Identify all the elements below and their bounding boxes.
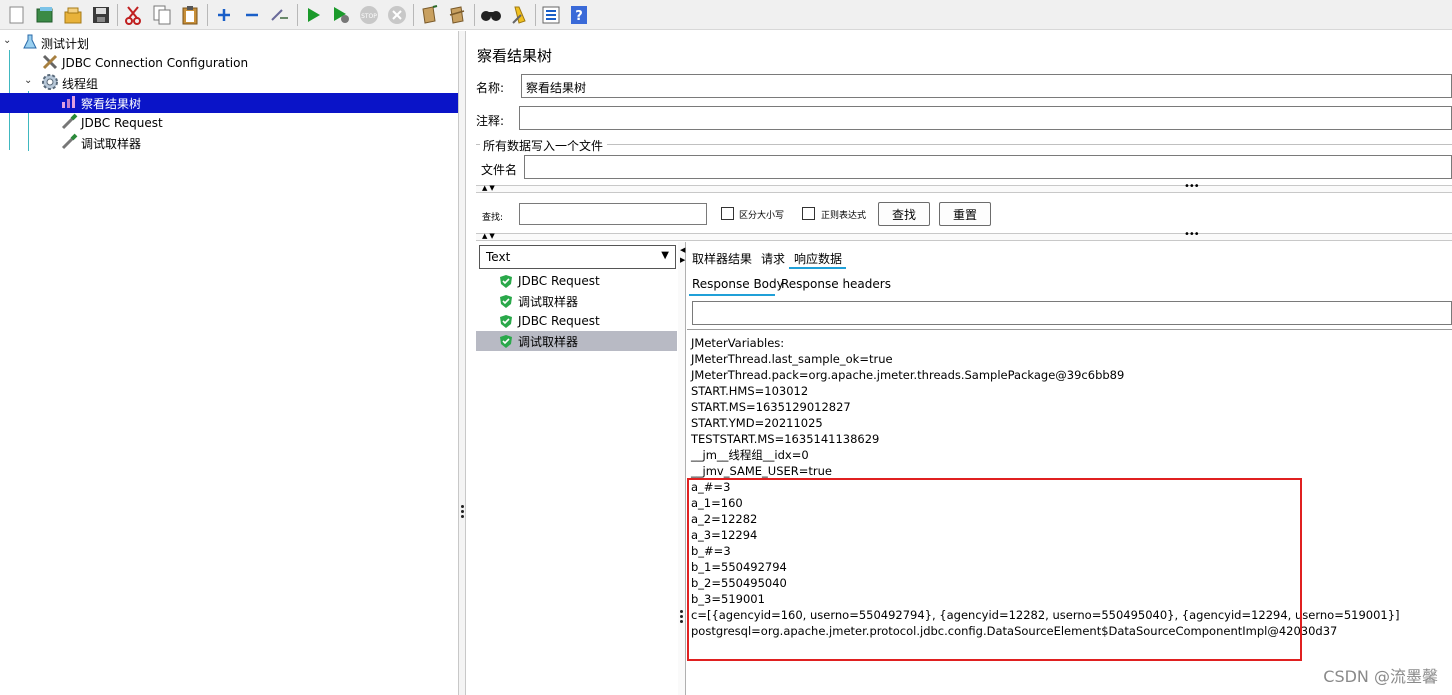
help-icon[interactable]: ? — [568, 4, 590, 26]
tree-item-jdbc-request[interactable]: JDBC Request — [60, 113, 163, 133]
toolbar: STOP ? — [0, 0, 1452, 30]
new-icon[interactable] — [6, 4, 28, 26]
pipette-icon — [60, 133, 78, 154]
tree-item-debug-sampler[interactable]: 调试取样器 — [60, 133, 141, 153]
function-helper-icon[interactable] — [540, 4, 562, 26]
tree-item-label: 调试取样器 — [81, 136, 142, 151]
reset-search-icon[interactable] — [508, 4, 530, 26]
tree-item-jdbc-connection-configuration[interactable]: JDBC Connection Configuration — [41, 53, 248, 73]
stop-icon[interactable]: STOP — [358, 4, 380, 26]
result-item[interactable]: JDBC Request — [476, 311, 677, 331]
result-item-label: JDBC Request — [518, 274, 600, 288]
page-title: 察看结果树 — [477, 47, 553, 65]
tree-item-test-plan[interactable]: 测试计划 — [22, 33, 89, 53]
response-line: JMeterVariables: — [691, 336, 785, 350]
svg-text:STOP: STOP — [361, 13, 377, 20]
results-splitter[interactable]: ◀ ▶ — [678, 242, 686, 695]
svg-text:?: ? — [575, 9, 583, 24]
test-plan-tree: ⌄ 测试计划 JDBC Connection Configuration ⌄ 线… — [0, 31, 458, 695]
cut-icon[interactable] — [122, 4, 144, 26]
tree-item-label: JDBC Request — [81, 116, 163, 130]
result-item[interactable]: 调试取样器 — [476, 291, 677, 311]
tab-response-data[interactable]: 响应数据 — [794, 250, 842, 267]
comment-field[interactable] — [519, 106, 1452, 130]
success-shield-icon — [499, 294, 513, 312]
tree-item-label: 察看结果树 — [81, 96, 142, 111]
flask-icon — [22, 34, 38, 53]
result-item[interactable]: JDBC Request — [476, 271, 677, 291]
regex-label: 正则表达式 — [821, 211, 867, 221]
tree-item-label: JDBC Connection Configuration — [62, 56, 249, 70]
success-shield-icon — [499, 334, 513, 352]
find-button[interactable]: 查找 — [878, 202, 930, 226]
case-sensitive-checkbox[interactable] — [721, 207, 734, 220]
highlight-box — [687, 478, 1302, 661]
toggle-icon[interactable] — [269, 4, 291, 26]
renderer-select[interactable]: Text ▼ — [479, 245, 676, 269]
middle-splitter[interactable]: ▲▼ ••• — [476, 229, 1452, 241]
case-sensitive-label: 区分大小写 — [739, 211, 785, 221]
shutdown-icon[interactable] — [386, 4, 408, 26]
results-tree-panel: 察看结果树 名称: 察看结果树 注释: 所有数据写入一个文件 文件名 ▲▼ •••… — [467, 31, 1452, 695]
copy-icon[interactable] — [151, 4, 173, 26]
expand-icon[interactable] — [213, 4, 235, 26]
search-icon[interactable] — [480, 4, 502, 26]
wrench-icon — [41, 53, 59, 74]
success-shield-icon — [499, 274, 513, 292]
open-icon[interactable] — [62, 4, 84, 26]
search-input[interactable] — [519, 203, 707, 225]
result-item-label: JDBC Request — [518, 314, 600, 328]
tree-item-label: 线程组 — [62, 76, 99, 91]
tab-request[interactable]: 请求 — [761, 250, 785, 267]
response-line: TESTSTART.MS=1635141138629 — [691, 432, 880, 446]
response-line: START.MS=1635129012827 — [691, 400, 851, 414]
tab-response-headers[interactable]: Response headers — [781, 277, 891, 291]
file-group-label: 所有数据写入一个文件 — [483, 139, 604, 153]
response-line: START.HMS=103012 — [691, 384, 809, 398]
response-line: __jmv_SAME_USER=true — [691, 464, 832, 478]
tree-item-label: 测试计划 — [41, 36, 90, 51]
start-icon[interactable] — [302, 4, 324, 26]
tab-response-body[interactable]: Response Body — [692, 277, 784, 291]
templates-icon[interactable] — [34, 4, 56, 26]
collapse-icon[interactable] — [241, 4, 263, 26]
tree-item-thread-group[interactable]: 线程组 — [41, 73, 98, 93]
pipette-icon — [60, 113, 78, 134]
watermark: CSDN @流墨馨 — [1323, 667, 1438, 686]
tab-sampler-result[interactable]: 取样器结果 — [692, 250, 752, 267]
top-splitter[interactable]: ▲▼ ••• — [476, 181, 1452, 193]
search-label: 查找: — [482, 213, 504, 223]
response-line: __jm__线程组__idx=0 — [691, 448, 809, 462]
response-line: START.YMD=20211025 — [691, 416, 823, 430]
paste-icon[interactable] — [179, 4, 201, 26]
clear-icon[interactable] — [418, 4, 440, 26]
regex-checkbox[interactable] — [802, 207, 815, 220]
filename-label: 文件名 — [481, 163, 518, 177]
expand-toggle-icon[interactable]: ⌄ — [24, 75, 32, 86]
name-field[interactable]: 察看结果树 — [521, 74, 1452, 98]
expand-toggle-icon[interactable]: ⌄ — [3, 35, 11, 46]
comment-label: 注释: — [476, 114, 505, 128]
response-line: JMeterThread.last_sample_ok=true — [691, 352, 893, 366]
renderer-value: Text — [486, 250, 511, 264]
start-no-pause-icon[interactable] — [330, 4, 352, 26]
response-search-input[interactable] — [692, 301, 1452, 325]
save-icon[interactable] — [90, 4, 112, 26]
filename-field[interactable] — [524, 155, 1452, 179]
gear-icon — [41, 73, 59, 94]
chevron-down-icon: ▼ — [661, 250, 669, 261]
clear-all-icon[interactable] — [446, 4, 468, 26]
result-item-selected[interactable]: 调试取样器 — [476, 331, 677, 351]
reset-button[interactable]: 重置 — [939, 202, 991, 226]
response-line: JMeterThread.pack=org.apache.jmeter.thre… — [691, 368, 1125, 382]
name-label: 名称: — [476, 81, 505, 95]
tree-item-view-results-tree[interactable]: 察看结果树 — [0, 93, 458, 113]
main-splitter[interactable] — [458, 31, 466, 695]
results-tree-icon — [60, 94, 78, 113]
success-shield-icon — [499, 314, 513, 332]
